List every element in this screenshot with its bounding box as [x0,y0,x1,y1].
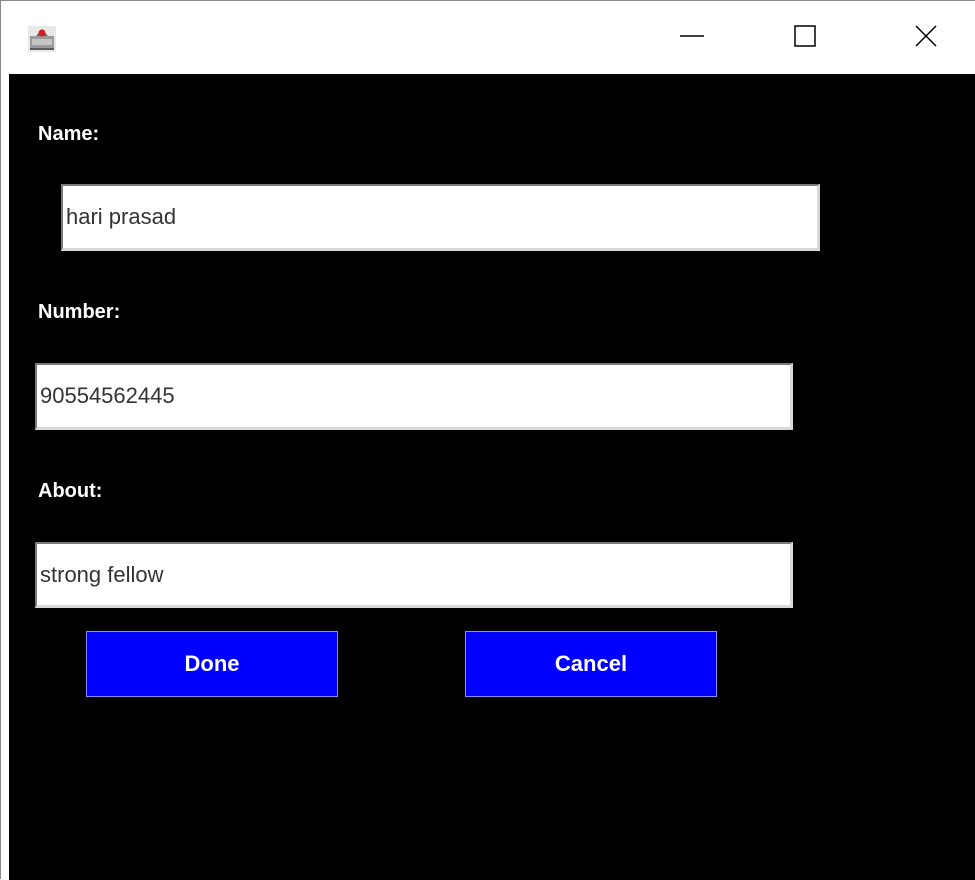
done-button[interactable]: Done [86,631,338,697]
title-bar[interactable] [2,2,975,74]
number-field[interactable] [35,363,793,430]
about-label: About: [38,480,103,502]
app-window: Name: Number: About: Done Cancel [0,0,975,880]
minimize-button[interactable] [657,2,727,74]
close-icon [914,24,938,53]
name-label: Name: [38,123,100,145]
minimize-icon [680,24,704,53]
number-label: Number: [38,301,121,323]
java-app-icon [28,26,56,52]
cancel-button[interactable]: Cancel [465,631,717,697]
form-panel: Name: Number: About: Done Cancel [9,74,975,880]
maximize-icon [793,24,817,53]
close-button[interactable] [891,2,961,74]
maximize-button[interactable] [770,2,840,74]
name-field[interactable] [61,184,820,251]
about-field[interactable] [35,542,793,608]
